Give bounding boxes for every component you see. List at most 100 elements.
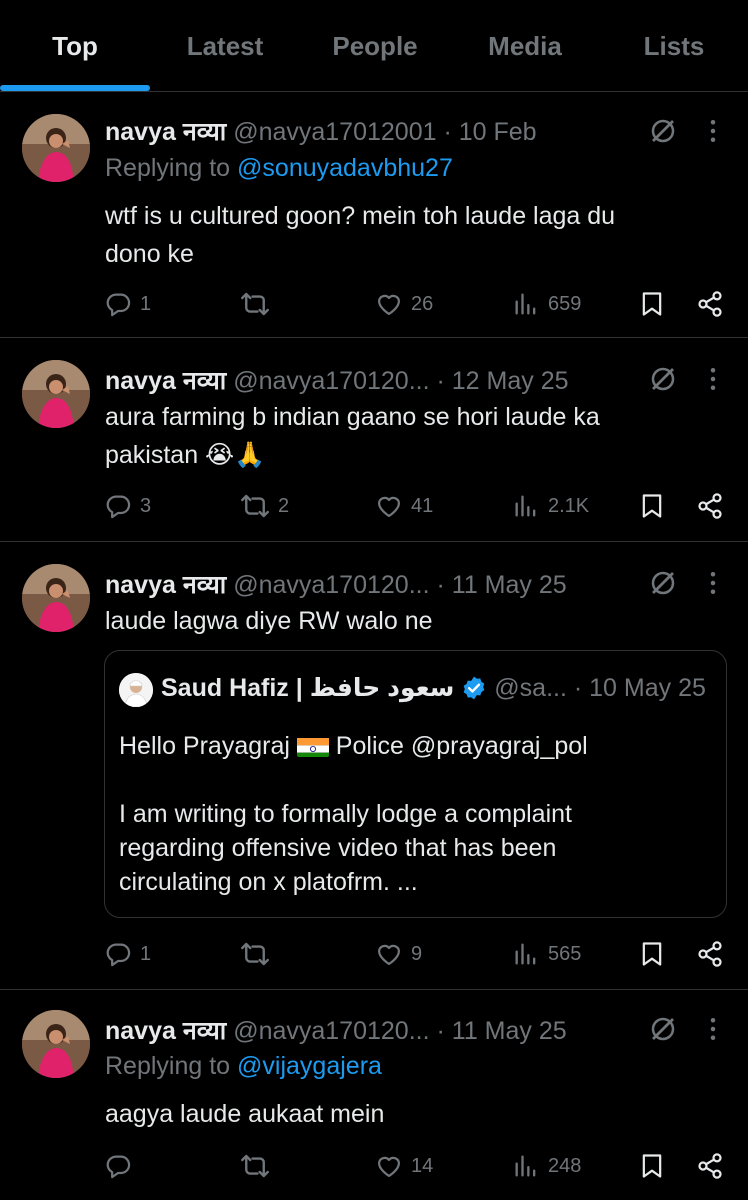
quoted-text-line: circulating on x platofrm. ... — [119, 868, 418, 896]
quoted-text: Hello Prayagraj Police @prayagraj_pol I … — [119, 729, 709, 899]
bookmark-button[interactable] — [638, 934, 674, 974]
quoted-text-line: regarding offensive video that has been — [119, 834, 557, 862]
grok-icon[interactable] — [648, 116, 678, 146]
post[interactable]: navya नव्या @navya170120... · 11 May 25 … — [0, 542, 748, 990]
bookmark-icon — [638, 940, 666, 968]
repost-button[interactable] — [240, 1146, 278, 1186]
post-text-line: dono ke — [105, 240, 194, 268]
repost-icon — [240, 289, 270, 319]
bookmark-icon — [638, 492, 666, 520]
replying-label: Replying to — [105, 1052, 238, 1080]
grok-icon[interactable] — [648, 568, 678, 598]
view-count: 565 — [548, 942, 582, 965]
views-icon — [512, 492, 540, 520]
share-button[interactable] — [696, 1146, 732, 1186]
like-count: 41 — [411, 494, 434, 517]
post-text: wtf is u cultured goon? mein toh laude l… — [105, 197, 715, 273]
reply-button[interactable]: 3 — [104, 486, 151, 526]
repost-icon — [240, 491, 270, 521]
bookmark-button[interactable] — [638, 284, 674, 324]
like-count: 9 — [411, 942, 423, 965]
avatar[interactable] — [22, 1010, 90, 1078]
post-header: navya नव्या @navya17012001 · 10 Feb — [105, 114, 537, 148]
tab-latest[interactable]: Latest — [150, 0, 300, 92]
share-button[interactable] — [696, 284, 732, 324]
like-button[interactable]: 14 — [375, 1146, 433, 1186]
quoted-post[interactable]: Saud Hafiz | سعود حافظ @sa... · 10 May 2… — [104, 650, 727, 918]
author-handle[interactable]: @navya17012001 — [233, 118, 436, 146]
repost-button[interactable] — [240, 934, 278, 974]
reply-button[interactable]: 1 — [104, 934, 151, 974]
post-header: navya नव्या @navya170120... · 12 May 25 — [105, 363, 569, 397]
quoted-text-part: Hello Prayagraj — [119, 732, 297, 760]
more-icon[interactable] — [698, 364, 728, 394]
replying-to-link[interactable]: @sonuyadavbhu27 — [237, 154, 453, 182]
verified-icon — [464, 676, 485, 700]
tab-top[interactable]: Top — [0, 0, 150, 92]
more-icon[interactable] — [698, 1014, 728, 1044]
post-date[interactable]: · 12 May 25 — [437, 367, 569, 395]
reply-button[interactable]: 1 — [104, 284, 151, 324]
reply-icon — [104, 1152, 132, 1180]
bookmark-button[interactable] — [638, 486, 674, 526]
like-count: 14 — [411, 1154, 434, 1177]
like-count: 26 — [411, 292, 434, 315]
author-name[interactable]: navya नव्या — [105, 1017, 226, 1045]
post-date[interactable]: · 11 May 25 — [437, 571, 567, 599]
more-icon[interactable] — [698, 116, 728, 146]
author-handle[interactable]: @navya170120... — [233, 1017, 429, 1045]
quoted-avatar[interactable] — [119, 673, 153, 707]
repost-button[interactable]: 2 — [240, 486, 289, 526]
like-icon — [375, 1152, 403, 1180]
repost-button[interactable] — [240, 284, 278, 324]
views-icon — [512, 1152, 540, 1180]
post-date[interactable]: · 11 May 25 — [437, 1017, 567, 1045]
post[interactable]: navya नव्या @navya17012001 · 10 Feb Repl… — [0, 92, 748, 338]
repost-icon — [240, 939, 270, 969]
avatar[interactable] — [22, 360, 90, 428]
more-icon[interactable] — [698, 568, 728, 598]
share-button[interactable] — [696, 486, 732, 526]
share-button[interactable] — [696, 934, 732, 974]
post-date[interactable]: · 10 Feb — [443, 118, 536, 146]
author-handle[interactable]: @navya170120... — [233, 367, 429, 395]
views-icon — [512, 290, 540, 318]
views-button[interactable]: 565 — [512, 934, 581, 974]
author-name[interactable]: navya नव्या — [105, 571, 226, 599]
grok-icon[interactable] — [648, 1014, 678, 1044]
bookmark-button[interactable] — [638, 1146, 674, 1186]
quoted-header: Saud Hafiz | سعود حافظ @sa... · 10 May 2… — [161, 673, 706, 703]
replying-to: Replying to @vijaygajera — [105, 1052, 382, 1081]
reply-icon — [104, 940, 132, 968]
tab-lists[interactable]: Lists — [600, 0, 748, 92]
replying-to-link[interactable]: @vijaygajera — [237, 1052, 382, 1080]
post-text: aagya laude aukaat mein — [105, 1095, 715, 1133]
author-name[interactable]: navya नव्या — [105, 367, 226, 395]
tab-people[interactable]: People — [300, 0, 450, 92]
avatar[interactable] — [22, 564, 90, 632]
like-button[interactable]: 26 — [375, 284, 433, 324]
like-button[interactable]: 9 — [375, 934, 422, 974]
share-icon — [696, 1152, 724, 1180]
views-button[interactable]: 248 — [512, 1146, 581, 1186]
action-bar: 1 26 659 — [0, 284, 748, 324]
quoted-author-handle: @sa... — [494, 674, 567, 702]
replying-to: Replying to @sonuyadavbhu27 — [105, 154, 453, 183]
avatar[interactable] — [22, 114, 90, 182]
author-handle[interactable]: @navya170120... — [233, 571, 429, 599]
views-button[interactable]: 659 — [512, 284, 581, 324]
grok-icon[interactable] — [648, 364, 678, 394]
author-name[interactable]: navya नव्या — [105, 118, 226, 146]
reply-button[interactable] — [104, 1146, 140, 1186]
post[interactable]: navya नव्या @navya170120... · 11 May 25 … — [0, 990, 748, 1200]
post[interactable]: navya नव्या @navya170120... · 12 May 25 … — [0, 338, 748, 542]
tab-media[interactable]: Media — [450, 0, 600, 92]
repost-count: 2 — [278, 494, 290, 517]
replying-label: Replying to — [105, 154, 238, 182]
quoted-author-name: Saud Hafiz | سعود حافظ — [161, 674, 455, 702]
quoted-text-part: Police @prayagraj_pol — [328, 732, 588, 760]
like-button[interactable]: 41 — [375, 486, 433, 526]
post-text-line: wtf is u cultured goon? mein toh laude l… — [105, 202, 616, 230]
view-count: 659 — [548, 292, 582, 315]
views-button[interactable]: 2.1K — [512, 486, 589, 526]
